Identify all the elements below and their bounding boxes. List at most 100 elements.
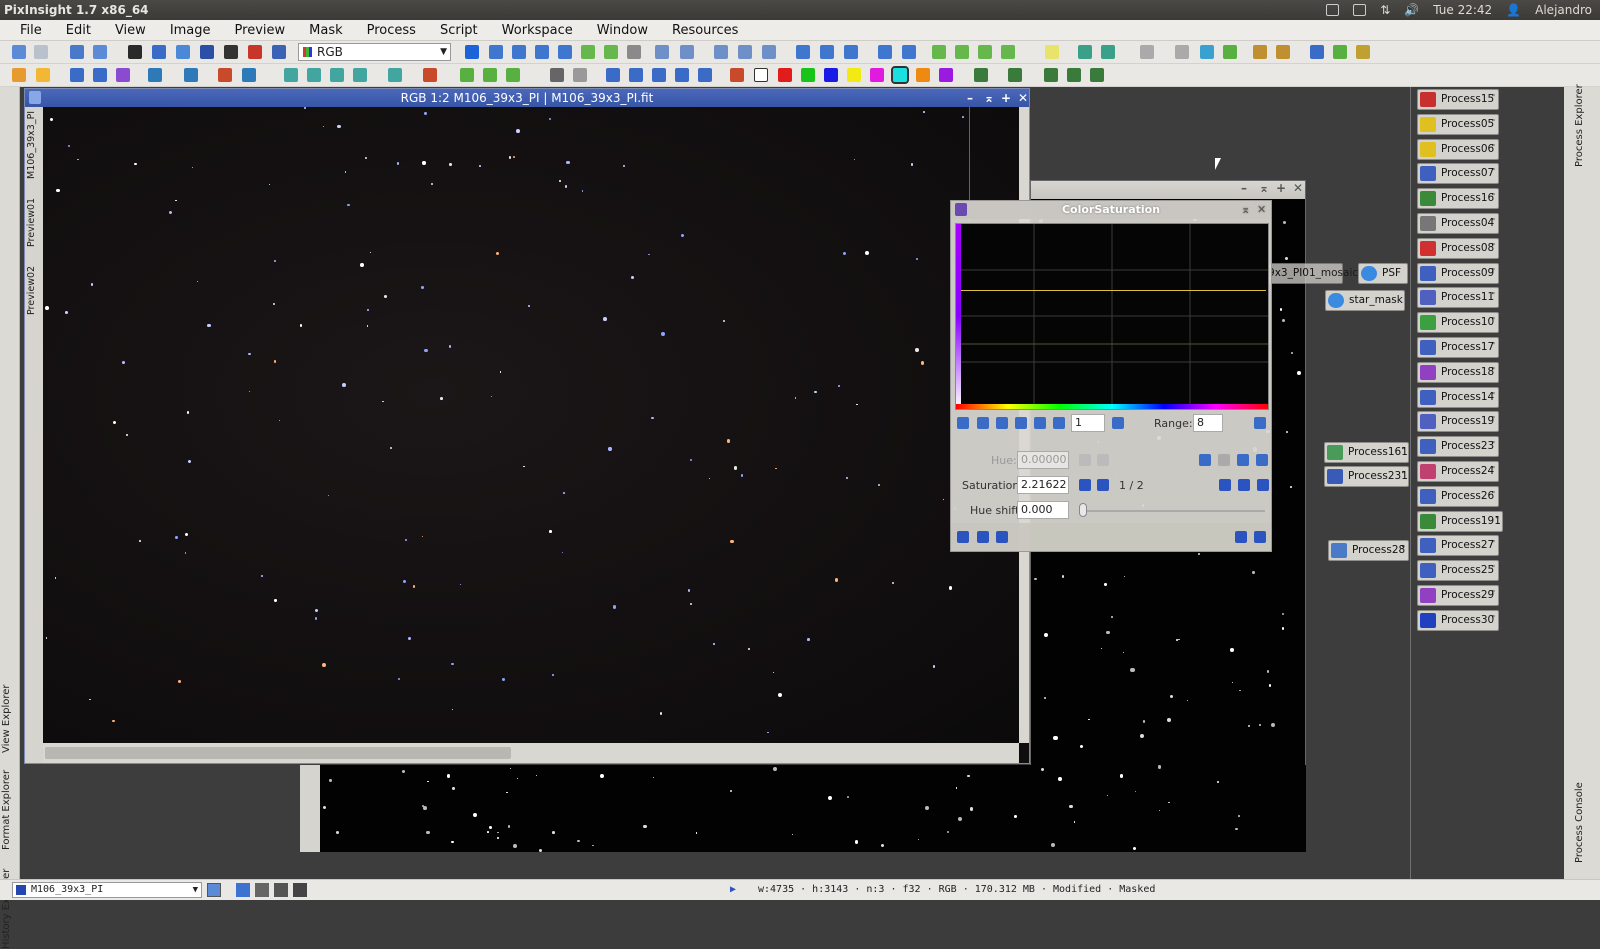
mask-invert-icon[interactable] <box>1008 68 1022 82</box>
menu-window[interactable]: Window <box>585 23 660 38</box>
view-b-icon[interactable] <box>93 68 107 82</box>
preview-a-icon[interactable] <box>932 45 946 59</box>
menu-script[interactable]: Script <box>428 23 490 38</box>
notes-icon[interactable] <box>1326 4 1340 16</box>
process-icon-08[interactable]: Process08 " <box>1417 237 1499 259</box>
pointer-icon[interactable] <box>627 45 641 59</box>
select-point-icon[interactable] <box>977 417 989 429</box>
zoom-out-icon[interactable] <box>680 45 694 59</box>
process-icon-19[interactable]: Process19 " <box>1417 411 1499 433</box>
delete-point-icon[interactable] <box>996 417 1008 429</box>
window-d-icon[interactable] <box>878 45 892 59</box>
interp-c-icon[interactable] <box>1257 479 1269 491</box>
play-icon[interactable]: ▶ <box>730 884 736 895</box>
saturation-field[interactable]: 2.21622 <box>1017 476 1069 494</box>
process-icon-17[interactable]: Process17 " <box>1417 337 1499 358</box>
process-icon-191[interactable]: Process191 " <box>1417 510 1503 532</box>
main-window-titlebar[interactable]: RGB 1:2 M106_39x3_PI | M106_39x3_PI.fit … <box>25 89 1029 107</box>
curve-d-icon[interactable] <box>1256 454 1268 466</box>
geom-e-icon[interactable] <box>388 68 402 82</box>
view-a-icon[interactable] <box>70 68 84 82</box>
channel-icon[interactable] <box>730 68 744 82</box>
edit-point-icon[interactable] <box>957 417 969 429</box>
saturation-curve[interactable] <box>961 290 1266 291</box>
magenta-channel-icon[interactable] <box>870 68 884 82</box>
window-c-icon[interactable] <box>844 45 858 59</box>
process-icon-26[interactable]: Process26 " <box>1417 485 1499 507</box>
readout-mode-icon[interactable] <box>465 45 479 59</box>
mode-d-icon[interactable] <box>293 883 307 897</box>
process-b-icon[interactable] <box>1333 45 1347 59</box>
fit-view-icon[interactable] <box>512 45 526 59</box>
window-a-icon[interactable] <box>796 45 810 59</box>
prev-point-icon[interactable] <box>1079 454 1091 466</box>
zoom-level-field[interactable]: 1 <box>1071 414 1105 432</box>
pan-icon[interactable] <box>1053 417 1065 429</box>
close-icon[interactable]: ✕ <box>1293 181 1303 195</box>
view-c-icon[interactable] <box>116 68 130 82</box>
script-b-icon[interactable] <box>1223 45 1237 59</box>
process-icon-05[interactable]: Process05 " <box>1417 113 1499 135</box>
mode-b-icon[interactable] <box>255 883 269 897</box>
curve-a-icon[interactable] <box>1199 454 1211 466</box>
maximize-icon[interactable]: + <box>1276 181 1286 195</box>
process-icon-30[interactable]: Process30 " <box>1417 609 1499 631</box>
astro-image[interactable] <box>43 107 1019 743</box>
export-a-icon[interactable] <box>1078 45 1092 59</box>
align-b-icon[interactable] <box>1276 45 1290 59</box>
process-icon-161[interactable]: Process161 " <box>1324 442 1409 463</box>
rotate-b-icon[interactable] <box>629 68 643 82</box>
shade-icon[interactable]: ⌅ <box>1259 181 1269 195</box>
redo-icon[interactable] <box>34 45 48 59</box>
apply-icon[interactable] <box>977 531 989 543</box>
menu-edit[interactable]: Edit <box>54 23 103 38</box>
zoom-reset-icon[interactable] <box>1112 417 1124 429</box>
new-preview-icon[interactable] <box>581 45 595 59</box>
process-icon-09[interactable]: Process09 " <box>1417 262 1499 284</box>
range-field[interactable]: 8 <box>1193 414 1223 432</box>
menu-workspace[interactable]: Workspace <box>490 23 585 38</box>
image-icon-star-mask[interactable]: star_mask <box>1325 290 1405 311</box>
process-icon-11[interactable]: Process11 " <box>1417 287 1499 309</box>
process-icon-06[interactable]: Process06 " <box>1417 138 1499 160</box>
color-saturation-titlebar[interactable]: ColorSaturation ⌅ ✕ <box>951 201 1271 219</box>
rotate-c-icon[interactable] <box>652 68 666 82</box>
view-selector[interactable]: M106_39x3_PI ▼ <box>12 882 202 898</box>
process-icon-07[interactable]: Process07 " <box>1417 163 1499 185</box>
process-icon-18[interactable]: Process18 " <box>1417 361 1499 383</box>
geom-f-icon[interactable] <box>423 68 437 82</box>
process-icon-24[interactable]: Process24 " <box>1417 461 1499 482</box>
clock[interactable]: Tue 22:42 <box>1433 3 1492 17</box>
curve-b-icon[interactable] <box>1218 454 1230 466</box>
window-icon[interactable] <box>29 91 41 104</box>
hue-shift-field[interactable]: 0.000 <box>1017 501 1069 519</box>
tab-view-explorer[interactable]: View Explorer <box>1 684 12 753</box>
maximize-icon[interactable]: + <box>1001 89 1011 107</box>
last-point-icon[interactable] <box>1097 479 1109 491</box>
hue-shift-slider-handle[interactable] <box>1079 503 1087 517</box>
view-d-icon[interactable] <box>148 68 162 82</box>
channel-x-icon[interactable] <box>754 68 768 82</box>
geom-b-icon[interactable] <box>307 68 321 82</box>
mask-a-icon[interactable] <box>1044 68 1058 82</box>
yellow-channel-icon[interactable] <box>847 68 861 82</box>
process-icon-04[interactable]: Process04 " <box>1417 213 1499 234</box>
minimize-icon[interactable]: – <box>967 89 973 107</box>
hue-field[interactable]: 0.00000 <box>1017 451 1069 469</box>
pan-mode-icon[interactable] <box>558 45 572 59</box>
preview-c-icon[interactable] <box>978 45 992 59</box>
mask-show-icon[interactable] <box>974 68 988 82</box>
scroll-thumb[interactable] <box>45 747 511 759</box>
menu-preview[interactable]: Preview <box>223 23 298 38</box>
menu-mask[interactable]: Mask <box>297 23 354 38</box>
tab-preview01[interactable]: Preview01 <box>26 198 37 247</box>
new-image-icon[interactable] <box>128 45 142 59</box>
view-info-icon[interactable] <box>207 883 221 897</box>
window-e-icon[interactable] <box>902 45 916 59</box>
color-b-icon[interactable] <box>483 68 497 82</box>
note-icon[interactable] <box>1045 45 1059 59</box>
process-a-icon[interactable] <box>1310 45 1324 59</box>
zoom-in-icon[interactable] <box>655 45 669 59</box>
curve-c-icon[interactable] <box>1237 454 1249 466</box>
mask-icon[interactable] <box>248 45 262 59</box>
